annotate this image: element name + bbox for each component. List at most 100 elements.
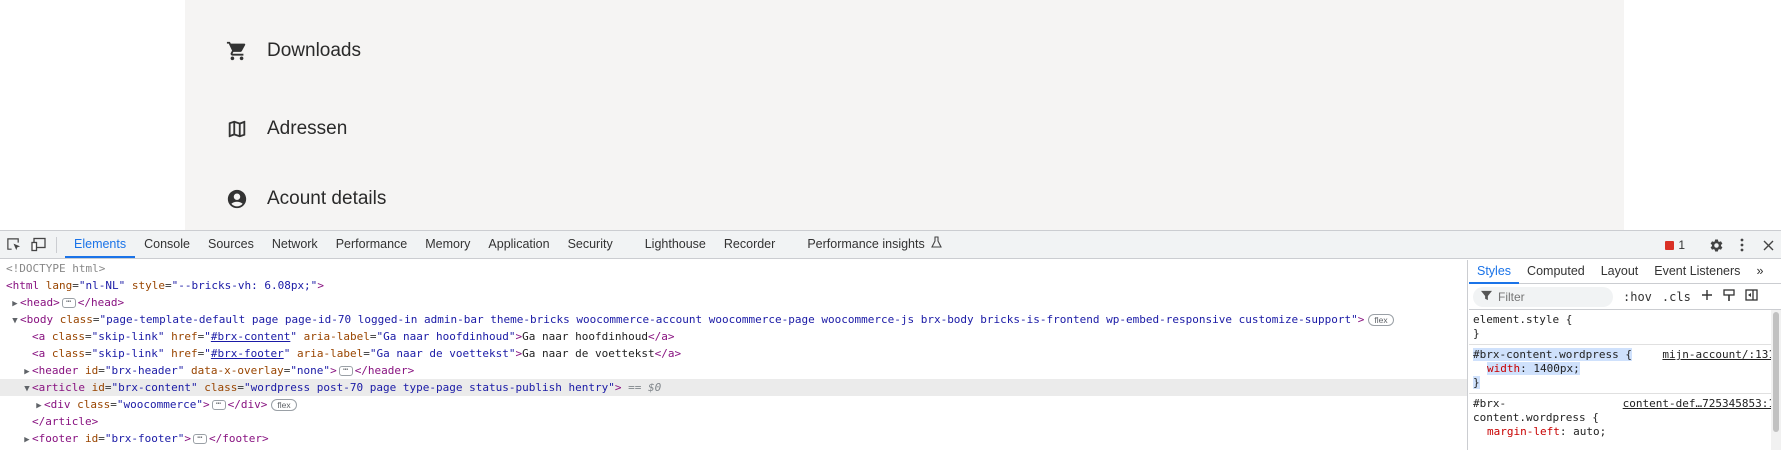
tab-computed[interactable]: Computed <box>1519 260 1593 284</box>
map-icon <box>225 117 249 141</box>
dom-node-html[interactable]: <html lang="nl-NL" style="--bricks-vh: 6… <box>0 277 1467 294</box>
plus-icon[interactable] <box>1701 289 1713 304</box>
flex-badge[interactable]: flex <box>1368 314 1394 326</box>
browser-window: Downloads Adressen Acount details Elemen… <box>0 0 1781 450</box>
property-colon: : <box>1520 362 1534 375</box>
account-navigation-panel: Downloads Adressen Acount details <box>185 0 1624 230</box>
article-class-attr: class <box>204 381 238 394</box>
rule-close-brace: } <box>1473 376 1480 389</box>
styles-scrollbar[interactable] <box>1771 310 1781 450</box>
kebab-menu-icon[interactable] <box>1729 232 1755 258</box>
header-data-value: "none" <box>290 364 331 377</box>
quote: " <box>283 347 291 360</box>
tab-sources[interactable]: Sources <box>199 231 263 258</box>
account-circle-icon <box>225 187 249 211</box>
quote: " <box>204 347 211 360</box>
quote: " <box>290 330 297 343</box>
rule-source-link[interactable]: mijn-account/:131 <box>1662 348 1775 362</box>
tab-styles[interactable]: Styles <box>1469 260 1520 284</box>
cart-icon <box>225 39 249 63</box>
dom-node-head[interactable]: ▶ <head> ⋯ </head> <box>0 294 1467 311</box>
footer-id-attr: id <box>84 432 99 445</box>
dom-node-woocommerce-div[interactable]: ▶ <div class="woocommerce"> ⋯ </div> flex <box>0 396 1467 413</box>
dom-node-article-selected[interactable]: ▼ <article id="brx-content" class="wordpr… <box>0 379 1467 396</box>
device-toolbar-icon[interactable] <box>26 232 52 258</box>
tab-performance-insights-label: Performance insights <box>807 237 925 251</box>
rule-selector-b: content.wordpress { <box>1473 411 1599 424</box>
header-data-attr: data-x-overlay <box>190 364 284 377</box>
div-close-tag: </div> <box>227 398 268 411</box>
a-aria-attr: aria-label <box>303 330 370 343</box>
tab-performance[interactable]: Performance <box>327 231 417 258</box>
sidebar-toggle-icon[interactable] <box>1745 289 1758 304</box>
error-badge[interactable]: 1 <box>1665 238 1685 252</box>
tab-network[interactable]: Network <box>263 231 327 258</box>
inspect-icon[interactable] <box>0 232 26 258</box>
nav-label-addresses: Adressen <box>267 118 348 139</box>
dom-node-body[interactable]: ▼ <body class="page-template-default page… <box>0 311 1467 328</box>
href-link-content[interactable]: #brx-content <box>211 330 290 343</box>
cls-toggle[interactable]: .cls <box>1662 290 1691 304</box>
head-close-tag: </head> <box>77 296 125 309</box>
body-class-value: "page-template-default page page-id-70 l… <box>99 313 1358 326</box>
page-viewport: Downloads Adressen Acount details <box>0 0 1781 230</box>
tab-lighthouse[interactable]: Lighthouse <box>636 231 715 258</box>
dom-node-skip-link-content[interactable]: <a class="skip-link" href="#brx-content"… <box>0 328 1467 345</box>
tab-console[interactable]: Console <box>135 231 199 258</box>
a-close-tag: </a> <box>648 330 675 343</box>
expand-triangle[interactable]: ▶ <box>22 432 32 449</box>
devtools-panel: Elements Console Sources Network Perform… <box>0 230 1781 450</box>
property-name[interactable]: margin-left <box>1487 425 1560 438</box>
rule-brx-content-margin[interactable]: #brx- content.wordpress { content-def…72… <box>1469 394 1781 442</box>
ellipsis-toggle[interactable]: ⋯ <box>211 400 226 410</box>
nav-item-downloads[interactable]: Downloads <box>225 36 361 66</box>
flex-badge[interactable]: flex <box>271 399 297 411</box>
close-icon[interactable] <box>1755 232 1781 258</box>
body-class-attr: class <box>59 313 93 326</box>
tab-layout[interactable]: Layout <box>1593 260 1647 284</box>
tab-memory[interactable]: Memory <box>416 231 479 258</box>
scrollbar-thumb[interactable] <box>1773 312 1779 432</box>
gear-icon[interactable] <box>1703 232 1729 258</box>
more-tabs-chevron[interactable]: » <box>1748 260 1771 284</box>
html-open-tag: <html <box>6 279 40 292</box>
rule-brx-content-width[interactable]: #brx-content.wordpress { mijn-account/:1… <box>1469 345 1781 394</box>
tab-application[interactable]: Application <box>479 231 558 258</box>
flask-icon <box>931 231 943 258</box>
ellipsis-toggle[interactable]: ⋯ <box>61 298 76 308</box>
tab-recorder[interactable]: Recorder <box>715 231 784 258</box>
filter-input[interactable] <box>1498 289 1598 304</box>
href-link-footer[interactable]: #brx-footer <box>211 347 284 360</box>
dom-node-article-close[interactable]: </article> <box>0 413 1467 430</box>
a-class-value: "skip-link" <box>91 330 165 343</box>
property-value[interactable]: 1400px; <box>1533 362 1579 375</box>
a-close-tag: </a> <box>654 347 682 360</box>
dom-node-skip-link-footer[interactable]: <a class="skip-link" href="#brx-footer" … <box>0 345 1467 362</box>
nav-item-addresses[interactable]: Adressen <box>225 114 347 144</box>
tab-security[interactable]: Security <box>559 231 622 258</box>
doctype-text: <!DOCTYPE html> <box>6 262 106 275</box>
article-id-value: "brx-content" <box>111 381 198 394</box>
ellipsis-toggle[interactable]: ⋯ <box>338 366 353 376</box>
dom-node-doctype[interactable]: <!DOCTYPE html> <box>0 260 1467 277</box>
rule-selector: #brx-content.wordpress { <box>1473 348 1632 361</box>
hov-toggle[interactable]: :hov <box>1623 290 1652 304</box>
property-value[interactable]: auto; <box>1573 425 1606 438</box>
tab-event-listeners[interactable]: Event Listeners <box>1646 260 1748 284</box>
paint-icon[interactable] <box>1723 288 1735 305</box>
rule-source-link[interactable]: content-def…725345853:1 <box>1623 397 1775 411</box>
tab-performance-insights[interactable]: Performance insights <box>798 231 951 258</box>
rule-element-style[interactable]: element.style { } <box>1469 310 1781 345</box>
ellipsis-toggle[interactable]: ⋯ <box>192 434 207 444</box>
a-open-tag: <a <box>32 347 46 360</box>
filter-box[interactable] <box>1473 286 1613 307</box>
dom-node-footer[interactable]: ▶ <footer id="brx-footer"> ⋯ </footer> <box>0 430 1467 449</box>
dom-node-header[interactable]: ▶ <header id="brx-header" data-x-overlay=… <box>0 362 1467 379</box>
article-tag-end: > <box>614 381 622 394</box>
footer-tag-end: > <box>184 432 191 445</box>
tabbar-divider <box>56 236 57 253</box>
tab-elements[interactable]: Elements <box>65 231 136 258</box>
property-name[interactable]: width <box>1487 362 1520 375</box>
nav-item-account-details[interactable]: Acount details <box>225 184 386 214</box>
div-open-tag: <div <box>44 398 71 411</box>
